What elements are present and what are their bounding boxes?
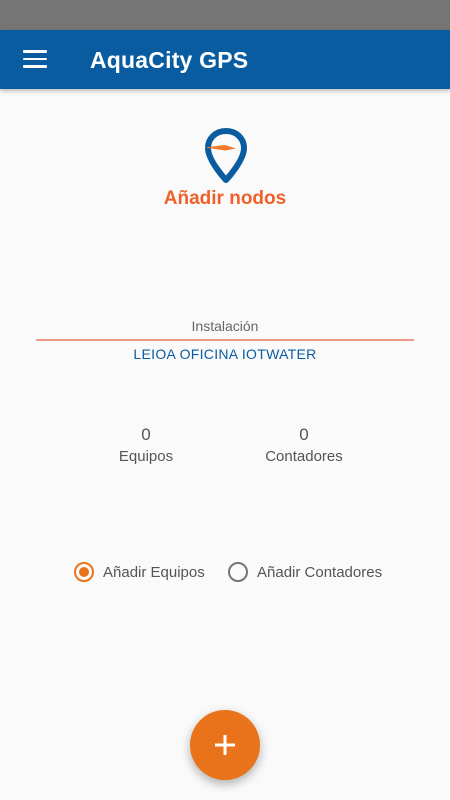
hamburger-menu-icon[interactable] xyxy=(23,50,47,68)
radio-add-equipos[interactable]: Añadir Equipos xyxy=(74,560,205,584)
page-title: Añadir nodos xyxy=(163,188,287,209)
equipos-label: Equipos xyxy=(118,448,174,465)
add-fab-button[interactable] xyxy=(190,710,260,780)
radio-add-contadores[interactable]: Añadir Contadores xyxy=(228,560,382,584)
contadores-label: Contadores xyxy=(265,448,343,465)
contadores-count: 0 xyxy=(299,425,309,444)
radio-contadores-circle[interactable] xyxy=(228,562,248,582)
radio-equipos-label: Añadir Equipos xyxy=(103,563,205,581)
radio-equipos-circle[interactable] xyxy=(74,562,94,582)
app-title: AquaCity GPS xyxy=(90,47,249,73)
installation-value[interactable]: LEIOA OFICINA IOTWATER xyxy=(0,346,450,362)
installation-label: Instalación xyxy=(191,318,259,334)
contadores-stat: 0 Contadores xyxy=(234,425,374,465)
map-pin-logo-icon xyxy=(205,128,247,183)
equipos-stat: 0 Equipos xyxy=(76,425,216,465)
radio-contadores-label: Añadir Contadores xyxy=(257,563,383,581)
app-bar: AquaCity GPS xyxy=(0,30,450,89)
status-bar xyxy=(0,0,450,30)
installation-field-underline xyxy=(36,339,414,341)
equipos-count: 0 xyxy=(141,425,151,444)
plus-icon xyxy=(215,735,235,755)
